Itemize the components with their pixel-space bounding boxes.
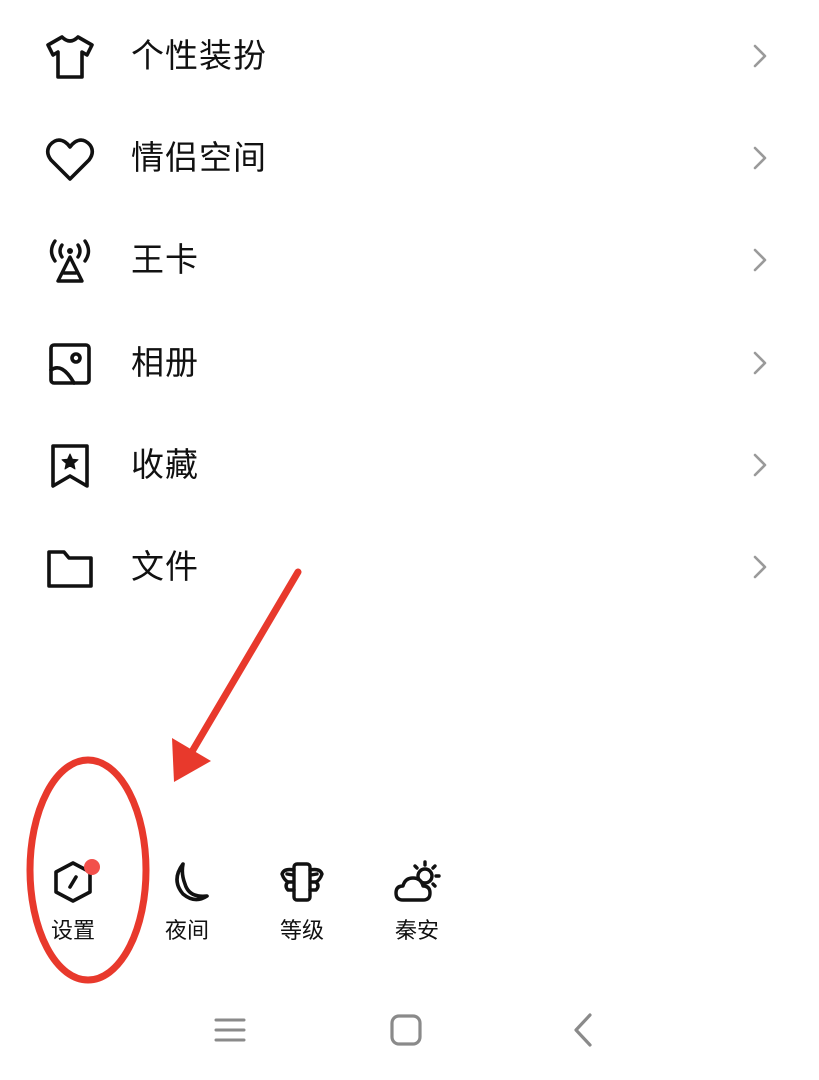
menu-item-label: 王卡 — [131, 240, 199, 279]
signal-tower-icon — [44, 237, 96, 285]
quick-item-label: 设置 — [50, 919, 95, 944]
menu-item-dress-up[interactable]: 个性装扮 — [0, 5, 819, 105]
menu-item-label: 收藏 — [131, 445, 199, 484]
menu-item-king-card[interactable]: 王卡 — [0, 209, 819, 309]
heart-icon — [44, 135, 96, 183]
chevron-right-icon — [744, 552, 774, 582]
level-phone-wings-icon — [278, 858, 326, 906]
home-icon[interactable] — [381, 1005, 431, 1055]
settings-button[interactable]: 设置 — [27, 850, 117, 960]
tshirt-icon — [44, 33, 96, 81]
menu-item-label: 相册 — [131, 343, 199, 382]
moon-icon — [163, 858, 211, 906]
menu-item-label: 个性装扮 — [131, 36, 267, 75]
menu-icon[interactable] — [205, 1005, 255, 1055]
weather-button[interactable]: 秦安 — [371, 850, 461, 960]
level-button[interactable]: 等级 — [256, 850, 346, 960]
bookmark-star-icon — [44, 442, 96, 490]
chevron-right-icon — [744, 41, 774, 71]
chevron-right-icon — [744, 143, 774, 173]
folder-icon — [44, 544, 96, 592]
photo-album-icon — [44, 340, 96, 388]
menu-item-favorites[interactable]: 收藏 — [0, 414, 819, 514]
quick-item-label: 秦安 — [394, 919, 439, 944]
chevron-right-icon — [744, 450, 774, 480]
chevron-right-icon — [744, 245, 774, 275]
night-mode-button[interactable]: 夜间 — [141, 850, 231, 960]
menu-item-album[interactable]: 相册 — [0, 312, 819, 412]
quick-item-label: 等级 — [279, 919, 324, 944]
back-icon[interactable] — [558, 1005, 608, 1055]
menu-item-label: 文件 — [131, 547, 199, 586]
quick-item-label: 夜间 — [164, 919, 209, 944]
bottom-quick-bar: 设置 夜间 等级 秦安 — [0, 850, 819, 960]
menu-item-files[interactable]: 文件 — [0, 516, 819, 616]
menu-item-label: 情侣空间 — [131, 138, 267, 177]
chevron-right-icon — [744, 348, 774, 378]
system-navigation-bar — [0, 995, 819, 1065]
weather-cloud-sun-icon — [393, 858, 441, 906]
menu-item-couple-space[interactable]: 情侣空间 — [0, 107, 819, 207]
notification-badge — [84, 859, 100, 875]
